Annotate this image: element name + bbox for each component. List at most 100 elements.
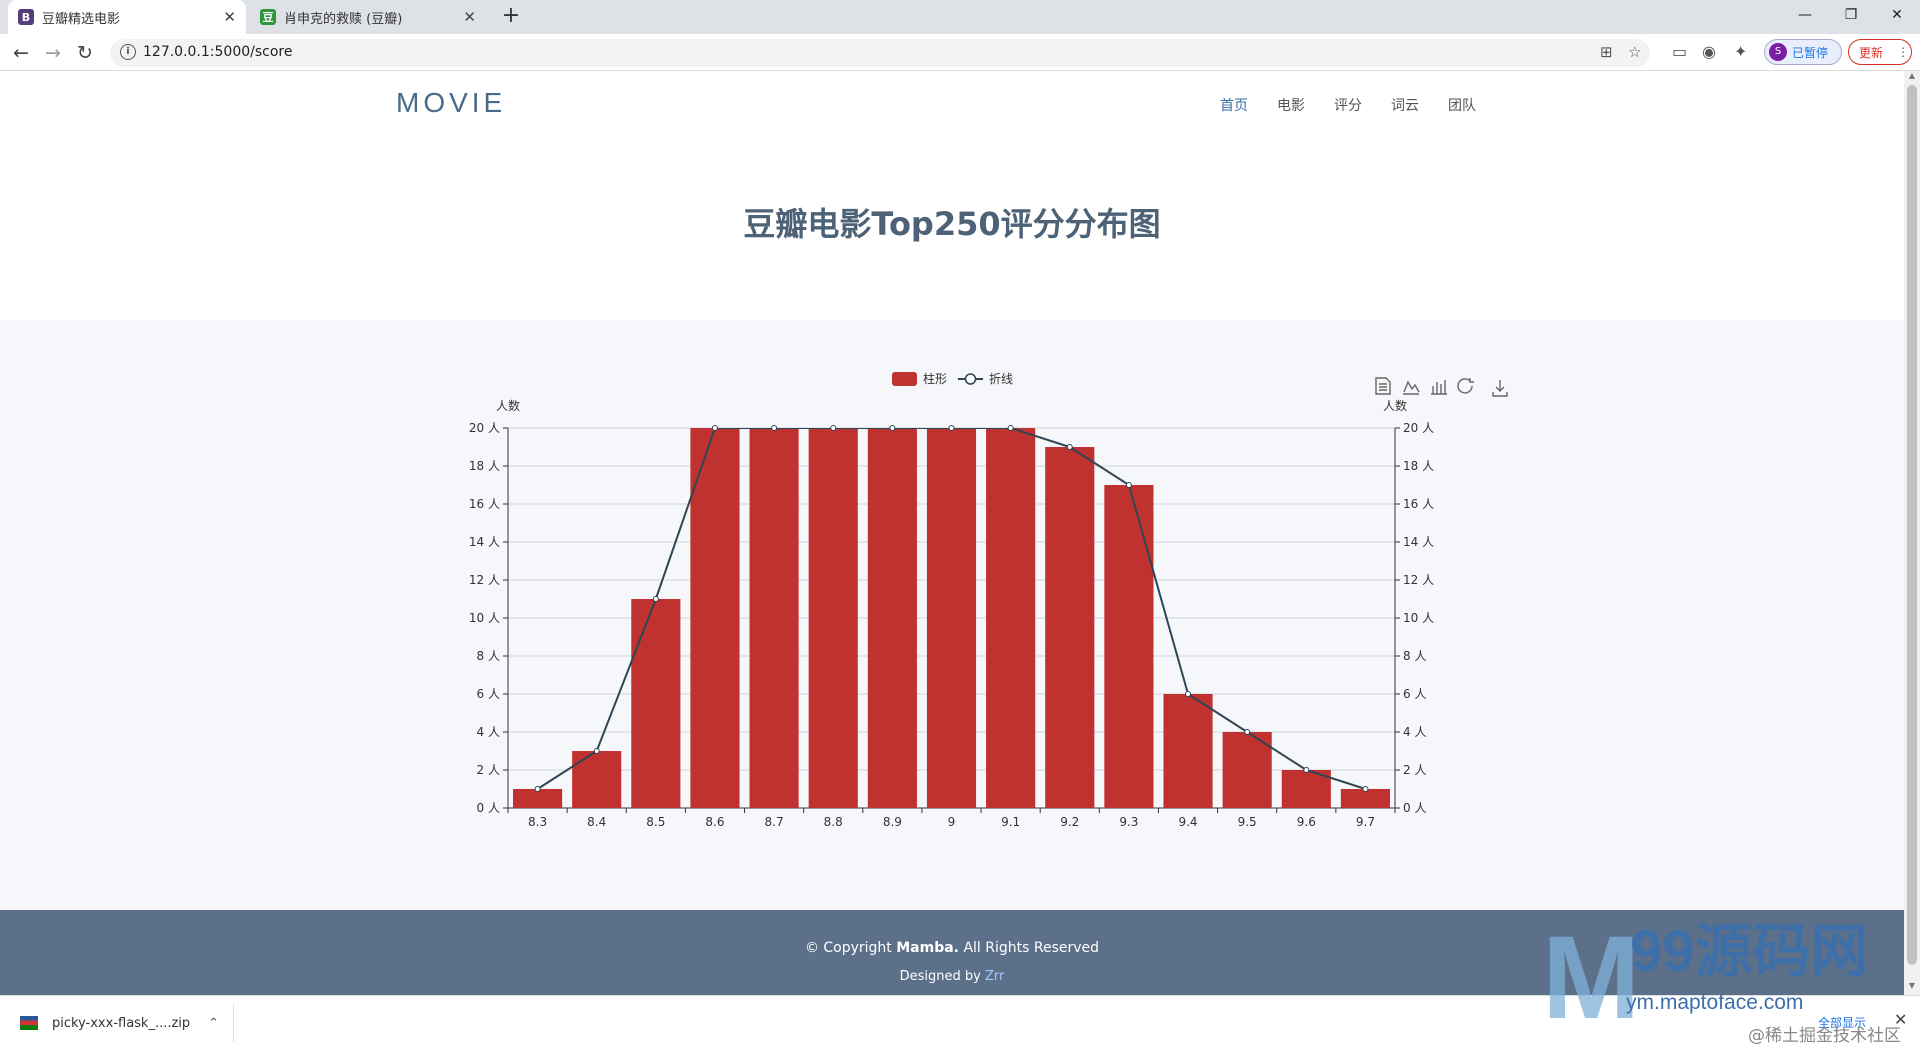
y-tick-label-right: 10 人 — [1403, 611, 1434, 625]
y-tick-label-left: 20 人 — [469, 421, 500, 435]
extensions-puzzle-icon[interactable]: ✦ — [1734, 42, 1747, 61]
watermark-sub: @稀土掘金技术社区 — [1748, 1026, 1901, 1046]
page-title: 豆瓣电影Top250评分分布图 — [743, 205, 1161, 243]
bar — [867, 428, 917, 808]
cast-icon[interactable]: ▭ — [1672, 42, 1687, 61]
url-text[interactable]: 127.0.0.1:5000/score — [143, 44, 292, 60]
x-tick-label: 9.7 — [1356, 815, 1375, 829]
nav-score[interactable]: 评分 — [1334, 95, 1362, 115]
page-viewport: MOVIE 首页 电影 评分 词云 团队 豆瓣电影Top250评分分布图 0 人… — [0, 71, 1904, 995]
forward-arrow-icon[interactable]: → — [40, 40, 66, 66]
x-tick-label: 9 — [948, 815, 956, 829]
download-filename[interactable]: picky-xxx-flask_....zip — [52, 1016, 190, 1031]
browser-toolbar: ← → ↻ i 127.0.0.1:5000/score ⊞ ☆ ▭ ◉ ✦ S… — [0, 34, 1920, 71]
site-info-icon[interactable]: i — [120, 44, 136, 60]
y-axis-title-left: 人数 — [496, 398, 520, 413]
y-axis-title-right: 人数 — [1383, 398, 1407, 413]
y-tick-label-right: 16 人 — [1403, 497, 1434, 511]
line-point — [830, 425, 837, 431]
legend-bar-swatch — [892, 372, 917, 386]
legend-line-marker — [964, 373, 977, 385]
designer-link[interactable]: Zrr — [985, 969, 1004, 984]
line-point — [652, 596, 659, 602]
watermark-logo-icon: M — [1542, 912, 1641, 1044]
y-tick-label-left: 18 人 — [469, 459, 500, 473]
x-tick-label: 8.7 — [765, 815, 784, 829]
watermark: M 99源码网 ym.maptoface.com @稀土掘金技术社区 — [1538, 915, 1920, 1050]
update-label: 更新 — [1859, 45, 1884, 60]
reload-icon[interactable]: ↻ — [72, 40, 98, 66]
line-point — [593, 748, 600, 754]
y-tick-label-left: 14 人 — [469, 535, 500, 549]
line-point — [534, 786, 541, 792]
scroll-up-icon[interactable]: ▲ — [1904, 71, 1920, 85]
copyright-owner: Mamba. — [896, 940, 960, 956]
chevron-up-icon[interactable]: ⌃ — [208, 1016, 219, 1031]
address-bar[interactable]: i 127.0.0.1:5000/score ⊞ ☆ — [110, 39, 1650, 67]
nav-team[interactable]: 团队 — [1448, 95, 1476, 115]
close-tab-icon[interactable]: ✕ — [463, 8, 476, 26]
line-point — [1303, 767, 1310, 773]
site-brand[interactable]: MOVIE — [396, 87, 506, 119]
bar — [1045, 447, 1095, 808]
restore-window-icon[interactable]: ❐ — [1828, 0, 1874, 30]
line-point — [1125, 482, 1132, 488]
update-button[interactable]: 更新 ⋮ — [1848, 39, 1912, 65]
scrollbar-thumb[interactable] — [1907, 85, 1917, 965]
y-tick-label-left: 8 人 — [477, 649, 500, 663]
close-window-icon[interactable]: ✕ — [1874, 0, 1920, 30]
x-tick-label: 9.2 — [1060, 815, 1079, 829]
y-tick-label-right: 4 人 — [1403, 725, 1426, 739]
y-tick-label-right: 2 人 — [1403, 763, 1426, 777]
line-point — [1185, 691, 1192, 697]
download-item[interactable]: picky-xxx-flask_....zip ⌃ — [10, 1004, 234, 1042]
back-arrow-icon[interactable]: ← — [8, 40, 34, 66]
y-tick-label-right: 0 人 — [1403, 801, 1426, 815]
nav-movies[interactable]: 电影 — [1277, 95, 1305, 115]
watermark-domain: ym.maptoface.com — [1626, 991, 1804, 1014]
bar — [808, 428, 858, 808]
chart-section: 0 人 0 人 2 人 2 人 4 人 4 人 6 人 6 人 8 人 8 人 10 人 10 人 12… — [0, 320, 1904, 910]
line-point — [711, 425, 718, 431]
new-tab-button[interactable]: + — [498, 4, 524, 30]
y-tick-label-left: 4 人 — [477, 725, 500, 739]
main-nav: 首页 电影 评分 词云 团队 — [1220, 95, 1476, 115]
more-menu-icon[interactable]: ⋮ — [1897, 45, 1909, 59]
data-view-icon[interactable] — [1375, 377, 1391, 395]
y-tick-label-right: 6 人 — [1403, 687, 1426, 701]
x-tick-label: 8.9 — [883, 815, 902, 829]
line-chart-toggle-icon[interactable] — [1403, 380, 1420, 395]
bar-chart-toggle-icon[interactable] — [1431, 380, 1447, 395]
y-tick-label-left: 2 人 — [477, 763, 500, 777]
close-tab-icon[interactable]: ✕ — [223, 8, 236, 26]
restore-refresh-icon[interactable] — [1457, 378, 1474, 394]
line-point — [889, 425, 896, 431]
tab-douban-movies[interactable]: B 豆瓣精选电影 ✕ — [8, 0, 246, 34]
y-tick-label-right: 18 人 — [1403, 459, 1434, 473]
y-tick-label-right: 8 人 — [1403, 649, 1426, 663]
save-image-icon[interactable] — [1492, 380, 1508, 397]
screenshot-camera-icon[interactable]: ◉ — [1702, 42, 1716, 61]
bootstrap-favicon-icon: B — [18, 9, 34, 25]
avatar: S — [1769, 43, 1787, 61]
translate-icon[interactable]: ⊞ — [1600, 43, 1613, 61]
line-point — [1007, 425, 1014, 431]
minimize-window-icon[interactable]: — — [1782, 0, 1828, 30]
x-tick-label: 9.6 — [1297, 815, 1316, 829]
douban-favicon-icon: 豆 — [260, 9, 276, 25]
nav-wordcloud[interactable]: 词云 — [1391, 95, 1419, 115]
nav-home[interactable]: 首页 — [1220, 95, 1248, 115]
profile-button[interactable]: S 已暂停 — [1764, 39, 1842, 65]
x-tick-label: 9.4 — [1178, 815, 1197, 829]
tab-shawshank[interactable]: 豆 肖申克的救赎 (豆瓣) ✕ — [250, 0, 486, 34]
y-tick-label-right: 14 人 — [1403, 535, 1434, 549]
bar — [1104, 485, 1154, 808]
y-tick-label-left: 16 人 — [469, 497, 500, 511]
bookmark-star-icon[interactable]: ☆ — [1628, 43, 1641, 61]
profile-status: 已暂停 — [1792, 45, 1829, 60]
x-tick-label: 8.5 — [646, 815, 665, 829]
bar — [986, 428, 1036, 808]
y-tick-label-right: 12 人 — [1403, 573, 1434, 587]
page-scrollbar[interactable]: ▲ ▼ — [1904, 71, 1920, 995]
score-distribution-chart: 0 人 0 人 2 人 2 人 4 人 4 人 6 人 6 人 8 人 8 人 10 人 10 人 12… — [469, 371, 1508, 829]
